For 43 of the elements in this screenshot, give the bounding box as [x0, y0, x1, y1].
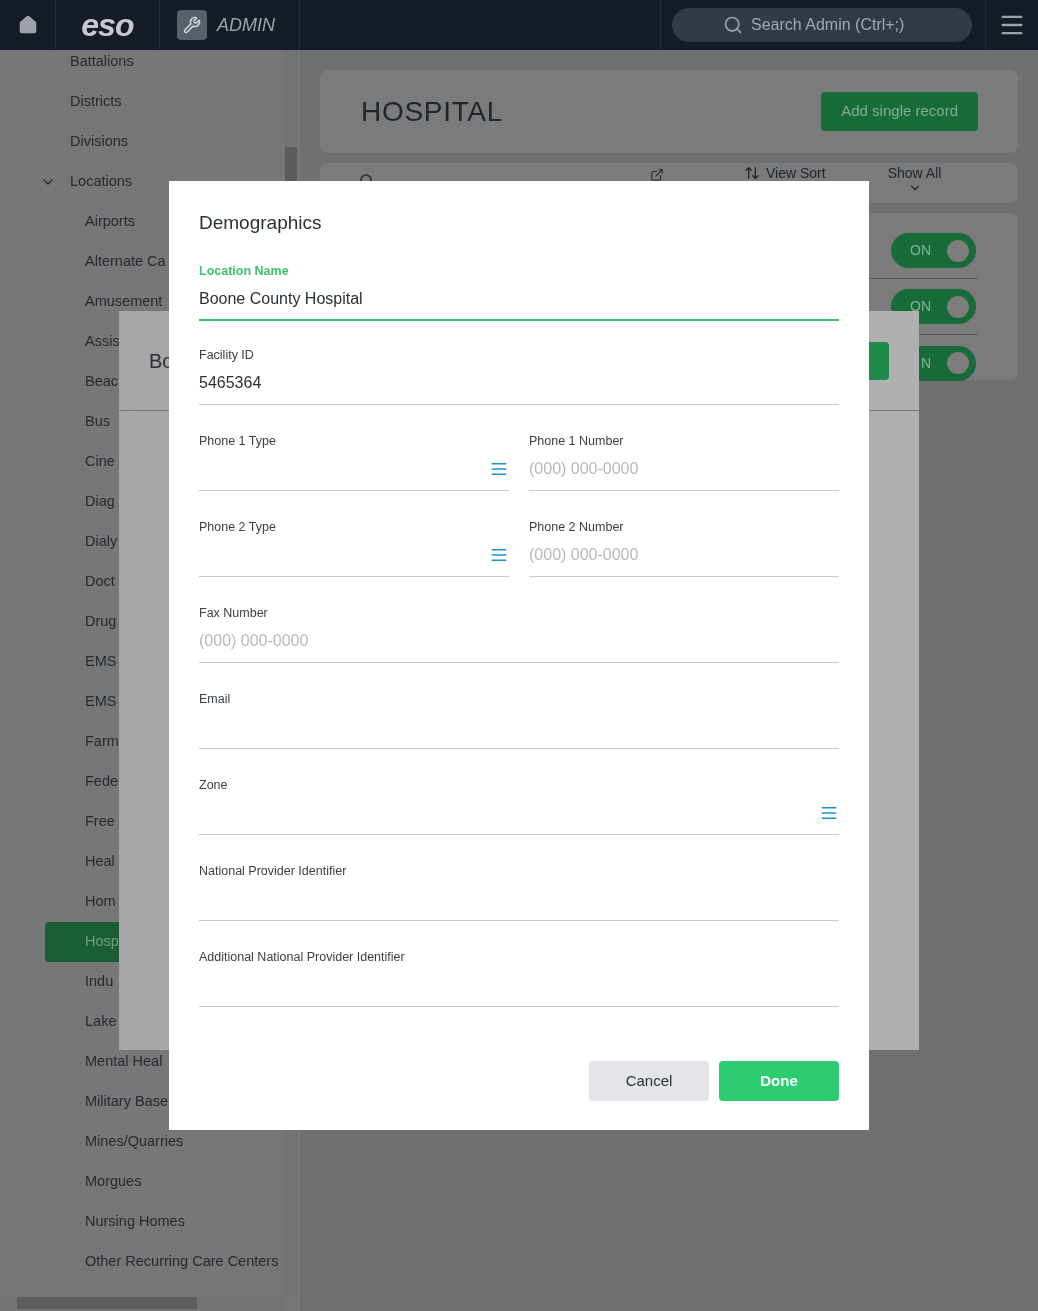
sidebar-item[interactable]: Nursing Homes — [45, 1202, 283, 1242]
page-title: HOSPITAL — [361, 94, 503, 129]
add-record-button[interactable]: Add single record — [821, 92, 978, 131]
field-label: Phone 1 Number — [529, 434, 625, 448]
horizontal-scrollbar[interactable] — [0, 1295, 283, 1311]
field-label: Phone 1 Type — [199, 434, 277, 448]
input-field[interactable]: 5465364 — [199, 362, 839, 405]
search-input[interactable]: Search Admin (Ctrl+;) — [751, 13, 921, 37]
sidebar-item[interactable]: Divisions — [30, 122, 283, 162]
sidebar-item[interactable]: Battalions — [30, 50, 283, 82]
sidebar-item[interactable]: Other Recurring Care Centers — [45, 1242, 283, 1282]
list-icon — [820, 804, 838, 822]
search-field[interactable]: Search Admin (Ctrl+;) — [672, 8, 972, 42]
cancel-button[interactable]: Cancel — [589, 1061, 709, 1101]
list-icon — [490, 546, 508, 564]
sidebar-item[interactable]: Districts — [30, 82, 283, 122]
input-field[interactable]: (000) 000-0000 — [529, 534, 839, 577]
field-label: National Provider Identifier — [199, 864, 348, 878]
field-label: Email — [199, 692, 232, 706]
show-all-button[interactable]: Show All — [887, 165, 942, 195]
sidebar-item[interactable]: Morgues — [45, 1162, 283, 1202]
app-label: ADMIN — [217, 13, 275, 37]
dialog-title: Demographics — [199, 211, 323, 235]
toggle-switch[interactable]: ON — [891, 233, 976, 268]
field-label: Facility ID — [199, 348, 255, 362]
sidebar-item[interactable]: Locations — [30, 162, 283, 202]
home-icon — [17, 15, 38, 35]
search-icon — [723, 15, 743, 35]
field-label: Phone 2 Type — [199, 520, 277, 534]
input-field[interactable]: (000) 000-0000 — [199, 620, 839, 663]
done-button[interactable]: Done — [719, 1061, 839, 1101]
field-label: Fax Number — [199, 606, 269, 620]
view-sort-button[interactable]: View Sort — [744, 165, 826, 181]
field-label: Phone 2 Number — [529, 520, 625, 534]
input-field[interactable]: (000) 000-0000 — [529, 448, 839, 491]
sort-icon — [744, 165, 760, 181]
field-label: Location Name — [199, 264, 290, 278]
admin-icon — [177, 10, 207, 40]
external-link-icon[interactable] — [650, 168, 664, 182]
input-field[interactable]: Boone County Hospital — [199, 278, 839, 321]
list-icon — [490, 460, 508, 478]
field-label: Zone — [199, 778, 229, 792]
field-label: Additional National Provider Identifier — [199, 950, 406, 964]
